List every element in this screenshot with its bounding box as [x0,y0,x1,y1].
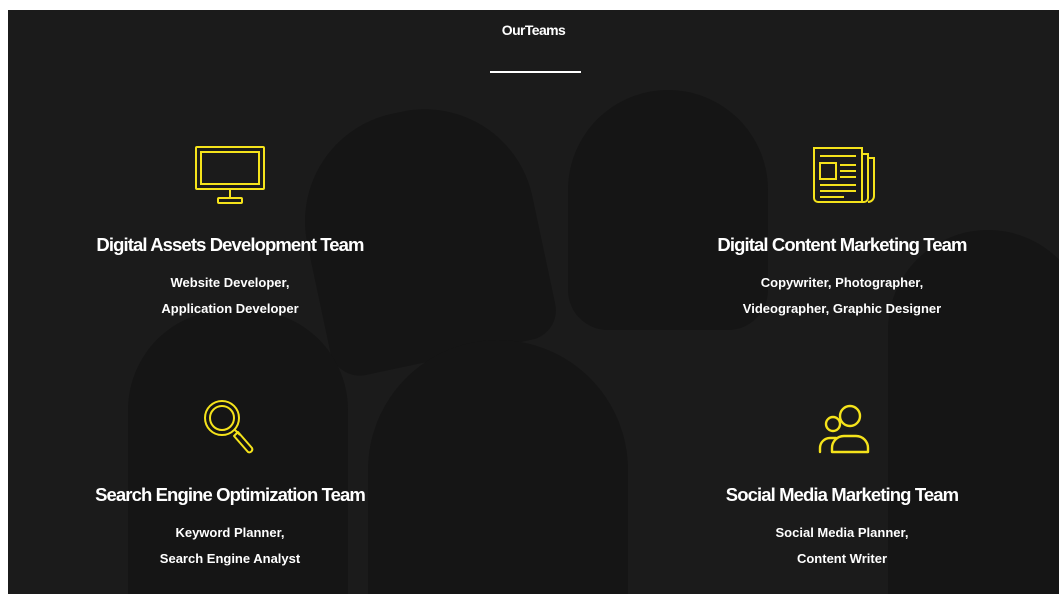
team-role-line: Videographer, Graphic Designer [742,301,942,316]
team-roles: Keyword Planner, Search Engine Analyst [20,520,440,572]
our-teams-section: OurTeams Digital Assets Development Team… [8,10,1059,594]
newspaper-icon [813,147,875,203]
team-name: Digital Content Marketing Team [717,234,967,255]
team-role-line: Copywriter, Photographer, [760,275,924,290]
team-role-line: Search Engine Analyst [159,551,301,566]
team-role-line: Social Media Planner, [775,525,909,540]
team-role-line: Application Developer [161,301,299,316]
monitor-icon [195,146,265,204]
team-role-line: Keyword Planner, [175,525,285,540]
team-name: Social Media Marketing Team [725,484,959,505]
team-card-seo: Search Engine Optimization Team Keyword … [20,394,440,572]
team-roles: Social Media Planner, Content Writer [632,520,1052,572]
team-card-social-media: Social Media Marketing Team Social Media… [632,394,1052,572]
title-underline [490,71,581,73]
team-card-digital-content: Digital Content Marketing Team Copywrite… [632,144,1052,322]
team-card-digital-assets: Digital Assets Development Team Website … [20,144,440,322]
team-role-line: Website Developer, [170,275,290,290]
team-name: Digital Assets Development Team [96,234,364,255]
team-roles: Copywriter, Photographer, Videographer, … [632,270,1052,322]
magnifier-icon [204,400,254,454]
team-roles: Website Developer, Application Developer [20,270,440,322]
team-name: Search Engine Optimization Team [95,484,366,505]
users-icon [818,404,870,454]
team-role-line: Content Writer [796,551,888,566]
section-title: OurTeams [501,22,566,38]
